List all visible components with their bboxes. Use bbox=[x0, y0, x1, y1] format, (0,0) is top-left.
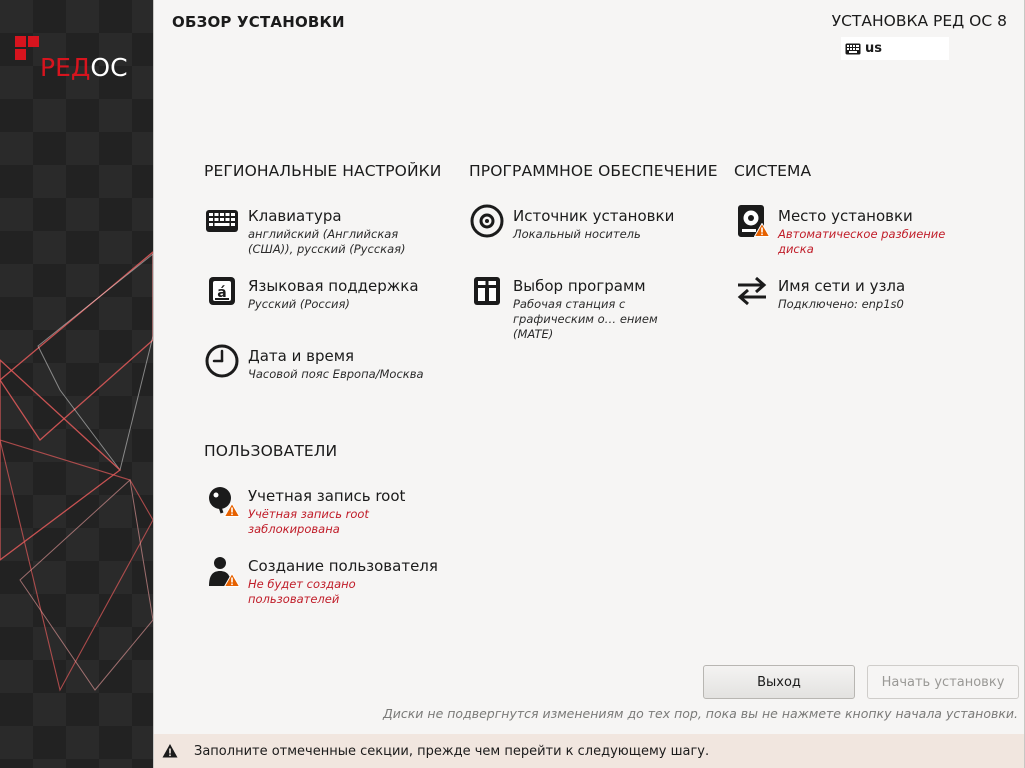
section-system-title: СИСТЕМА bbox=[734, 162, 812, 180]
spoke-software-selection[interactable]: Выбор программ Рабочая станция с графиче… bbox=[469, 273, 719, 341]
redos-logo: РЕДОС bbox=[15, 36, 145, 84]
warning-bar: Заполните отмеченные секции, прежде чем … bbox=[154, 734, 1024, 768]
keyboard-layout-label: us bbox=[865, 41, 882, 56]
package-icon bbox=[469, 273, 505, 309]
spoke-root-status: Учётная запись root заблокирована bbox=[248, 507, 369, 536]
spoke-source-status: Локальный носитель bbox=[513, 227, 641, 241]
spoke-network-status: Подключено: enp1s0 bbox=[778, 297, 904, 311]
product-title: УСТАНОВКА РЕД ОС 8 bbox=[831, 12, 1007, 30]
warning-icon bbox=[162, 744, 178, 758]
disk-changes-note: Диски не подвергнутся изменениям до тех … bbox=[383, 706, 1018, 721]
quit-button[interactable]: Выход bbox=[703, 665, 855, 699]
spoke-language[interactable]: á Языковая поддержка Русский (Россия) bbox=[204, 273, 454, 329]
keyboard-icon bbox=[845, 43, 861, 54]
spoke-root-account[interactable]: Учетная запись root Учётная запись root … bbox=[204, 483, 454, 539]
spoke-datetime[interactable]: Дата и время Часовой пояс Европа/Москва bbox=[204, 343, 454, 399]
spoke-datetime-status: Часовой пояс Европа/Москва bbox=[248, 367, 424, 381]
spoke-network-name: Имя сети и узла bbox=[778, 277, 906, 295]
spoke-destination-name: Место установки bbox=[778, 207, 913, 225]
language-icon: á bbox=[204, 273, 240, 309]
warning-icon bbox=[224, 573, 240, 587]
spoke-root-name: Учетная запись root bbox=[248, 487, 406, 505]
section-localization-title: РЕГИОНАЛЬНЫЕ НАСТРОЙКИ bbox=[204, 162, 442, 180]
warning-icon bbox=[754, 223, 770, 237]
spoke-keyboard[interactable]: Клавиатура английский (Английская (США))… bbox=[204, 203, 454, 259]
spoke-installation-source[interactable]: Источник установки Локальный носитель bbox=[469, 203, 719, 259]
page-title: ОБЗОР УСТАНОВКИ bbox=[172, 13, 345, 31]
spoke-installation-destination[interactable]: Место установки Автоматическое разбиение… bbox=[734, 203, 984, 259]
warning-icon bbox=[224, 503, 240, 517]
disc-icon bbox=[469, 203, 505, 239]
network-arrows-icon bbox=[734, 273, 770, 309]
logo-part2: ОС bbox=[90, 53, 128, 82]
installation-summary: ОБЗОР УСТАНОВКИ УСТАНОВКА РЕД ОС 8 us РЕ… bbox=[153, 0, 1025, 768]
spoke-source-name: Источник установки bbox=[513, 207, 675, 225]
begin-installation-button[interactable]: Начать установку bbox=[867, 665, 1019, 699]
spoke-software-name: Выбор программ bbox=[513, 277, 646, 295]
sidebar: РЕДОС bbox=[0, 0, 153, 768]
logo-part1: РЕД bbox=[40, 53, 91, 82]
spoke-destination-status: Автоматическое разбиение диска bbox=[778, 227, 946, 256]
section-software-title: ПРОГРАММНОЕ ОБЕСПЕЧЕНИЕ bbox=[469, 162, 718, 180]
section-users-title: ПОЛЬЗОВАТЕЛИ bbox=[204, 442, 338, 460]
spoke-language-status: Русский (Россия) bbox=[248, 297, 350, 311]
spoke-user-status: Не будет создано пользователей bbox=[248, 577, 356, 606]
keyboard-layout-indicator[interactable]: us bbox=[841, 37, 949, 60]
logo-wordmark: РЕДОС bbox=[40, 54, 128, 82]
spoke-datetime-name: Дата и время bbox=[248, 347, 355, 365]
sidebar-decoration bbox=[0, 251, 153, 692]
clock-icon bbox=[204, 343, 240, 379]
spoke-user-name: Создание пользователя bbox=[248, 557, 438, 575]
keyboard-icon bbox=[204, 203, 240, 239]
spoke-user-creation[interactable]: Создание пользователя Не будет создано п… bbox=[204, 553, 454, 609]
spoke-keyboard-status: английский (Английская (США)), русский (… bbox=[248, 227, 406, 256]
spoke-keyboard-name: Клавиатура bbox=[248, 207, 342, 225]
spoke-network-hostname[interactable]: Имя сети и узла Подключено: enp1s0 bbox=[734, 273, 984, 329]
warning-message: Заполните отмеченные секции, прежде чем … bbox=[194, 743, 710, 759]
spoke-language-name: Языковая поддержка bbox=[248, 277, 419, 295]
spoke-software-status: Рабочая станция с графическим о… ением (… bbox=[513, 297, 658, 341]
